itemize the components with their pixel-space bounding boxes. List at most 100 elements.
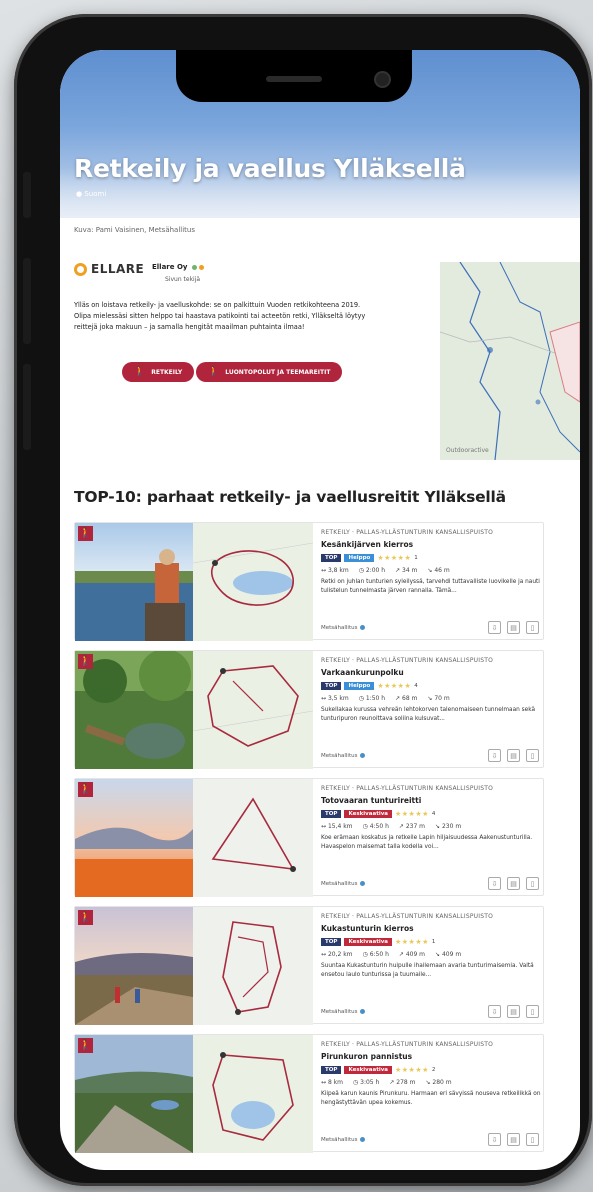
route-stats: ↔ 8 km ◷ 3:05 h ↗ 278 m ↘ 280 m: [321, 1079, 541, 1086]
route-map-svg: [193, 907, 313, 1025]
save-icon[interactable]: ⇩: [488, 621, 501, 634]
route-map[interactable]: [193, 907, 313, 1025]
bookmark-icon[interactable]: ▯: [526, 749, 539, 762]
volume-up-button: [23, 258, 31, 344]
route-photo[interactable]: 🚶: [75, 651, 193, 769]
route-source[interactable]: Metsähallitus: [321, 881, 357, 887]
route-name[interactable]: Kukastunturin kierros: [321, 924, 541, 933]
route-card[interactable]: 🚶 RETKEILY · PALLAS-YLLÄSTUNTURIN KANSAL…: [74, 778, 544, 897]
difficulty-badge: Keskivaativa: [344, 809, 392, 818]
route-source[interactable]: Metsähallitus: [321, 1009, 357, 1015]
route-info: RETKEILY · PALLAS-YLLÄSTUNTURIN KANSALLI…: [321, 1041, 541, 1108]
bookmark-icon[interactable]: ▯: [526, 621, 539, 634]
card-actions: ⇩ ▤ ▯: [488, 877, 539, 890]
hiker-icon: 🚶: [78, 910, 93, 925]
route-source[interactable]: Metsähallitus: [321, 1137, 357, 1143]
print-icon[interactable]: ▤: [507, 877, 520, 890]
source-info-icon: [360, 753, 366, 758]
route-photo[interactable]: 🚶: [75, 779, 193, 897]
speaker-grille: [266, 76, 322, 82]
print-icon[interactable]: ▤: [507, 621, 520, 634]
route-name[interactable]: Totovaaran tunturireitti: [321, 796, 541, 805]
rating-count: 1: [431, 938, 436, 945]
route-badges: TOP Helppo ★★★★★ 4: [321, 681, 541, 690]
distance-stat: ↔ 8 km: [321, 1079, 343, 1086]
route-map[interactable]: [193, 779, 313, 897]
print-icon[interactable]: ▤: [507, 1005, 520, 1018]
card-actions: ⇩ ▤ ▯: [488, 621, 539, 634]
card-actions: ⇩ ▤ ▯: [488, 749, 539, 762]
route-map[interactable]: [193, 523, 313, 641]
card-footer: Metsähallitus ⇩ ▤ ▯: [321, 1133, 539, 1146]
page-title: Retkeily ja vaellus Ylläksellä: [74, 154, 466, 183]
difficulty-badge: Keskivaativa: [344, 1065, 392, 1074]
hero-location[interactable]: ● Suomi: [76, 190, 106, 198]
map-svg: [440, 262, 580, 460]
pill-luontopolut[interactable]: 🚶 LUONTOPOLUT JA TEEMAREITIT: [196, 362, 343, 382]
route-stats: ↔ 3,8 km ◷ 2:00 h ↗ 34 m ↘ 46 m: [321, 567, 541, 574]
partner-icon: [198, 264, 204, 270]
save-icon[interactable]: ⇩: [488, 1133, 501, 1146]
duration-stat: ◷ 4:50 h: [362, 823, 389, 830]
rating-stars-icon: ★★★★★: [395, 1065, 429, 1074]
ellare-logo[interactable]: ELLARE: [74, 262, 144, 276]
ascent-stat: ↗ 237 m: [398, 823, 426, 830]
route-name[interactable]: Kesänkijärven kierros: [321, 540, 541, 549]
pill-retkeily[interactable]: 🚶 RETKEILY: [122, 362, 195, 382]
area-map[interactable]: Outdooractive: [440, 262, 580, 460]
descent-stat: ↘ 70 m: [427, 695, 450, 702]
route-map-svg: [193, 779, 313, 897]
route-region: RETKEILY · PALLAS-YLLÄSTUNTURIN KANSALLI…: [321, 657, 494, 664]
front-camera: [376, 73, 389, 86]
logo-text: ELLARE: [91, 262, 145, 276]
save-icon[interactable]: ⇩: [488, 877, 501, 890]
print-icon[interactable]: ▤: [507, 749, 520, 762]
route-card[interactable]: 🚶 RETKEILY · PALLAS-YLLÄSTUNTURIN KANSAL…: [74, 906, 544, 1025]
top-badge: TOP: [321, 1065, 342, 1074]
route-photo[interactable]: 🚶: [75, 907, 193, 1025]
top-badge: TOP: [321, 681, 342, 690]
pill-label: RETKEILY: [151, 368, 183, 376]
route-description: Koe erämaan koskatus ja retkeile Lapin h…: [321, 835, 533, 850]
route-name[interactable]: Pirunkuron pannistus: [321, 1052, 541, 1061]
rating-count: 1: [414, 554, 418, 561]
route-name[interactable]: Varkaankurunpolku: [321, 668, 541, 677]
route-photo[interactable]: 🚶: [75, 1035, 193, 1153]
save-icon[interactable]: ⇩: [488, 749, 501, 762]
print-icon[interactable]: ▤: [507, 1133, 520, 1146]
card-footer: Metsähallitus ⇩ ▤ ▯: [321, 749, 539, 762]
route-source[interactable]: Metsähallitus: [321, 753, 357, 759]
route-card[interactable]: 🚶 RETKEILY · PALLAS-YLLÄSTUNTURIN KANSAL…: [74, 650, 544, 769]
route-card[interactable]: 🚶 RETKEILY · PALLAS-YLLÄSTUNTURIN KANSAL…: [74, 522, 544, 641]
ascent-stat: ↗ 278 m: [389, 1079, 416, 1086]
route-region: RETKEILY · PALLAS-YLLÄSTUNTURIN KANSALLI…: [321, 1041, 494, 1048]
route-description: Retki on juhlan tunturien syleilyssä, ta…: [321, 579, 540, 594]
route-description: Kiipeä karun kaunis Pirunkuru. Harmaan e…: [321, 1091, 541, 1106]
bookmark-icon[interactable]: ▯: [526, 1133, 539, 1146]
top-badge: TOP: [321, 553, 342, 562]
route-info: RETKEILY · PALLAS-YLLÄSTUNTURIN KANSALLI…: [321, 785, 541, 852]
distance-stat: ↔ 15,4 km: [321, 823, 353, 830]
route-photo[interactable]: 🚶: [75, 523, 193, 641]
source-info-icon: [360, 1137, 366, 1142]
route-card[interactable]: 🚶 RETKEILY · PALLAS-YLLÄSTUNTURIN KANSAL…: [74, 1034, 544, 1153]
phone-frame: Retkeily ja vaellus Ylläksellä ● Suomi K…: [14, 14, 592, 1186]
descent-stat: ↘ 46 m: [427, 567, 450, 574]
save-icon[interactable]: ⇩: [488, 1005, 501, 1018]
bookmark-icon[interactable]: ▯: [526, 877, 539, 890]
route-map-svg: [193, 523, 313, 641]
route-source[interactable]: Metsähallitus: [321, 625, 357, 631]
bookmark-icon[interactable]: ▯: [526, 1005, 539, 1018]
route-map[interactable]: [193, 1035, 313, 1153]
source-info-icon: [360, 881, 366, 886]
hiker-icon: 🚶: [78, 526, 93, 541]
card-footer: Metsähallitus ⇩ ▤ ▯: [321, 1005, 539, 1018]
route-badges: TOP Keskivaativa ★★★★★ 2: [321, 1065, 541, 1074]
top-badge: TOP: [321, 937, 342, 946]
author-name[interactable]: Ellare Oy: [152, 263, 204, 271]
hiker-icon: 🚶: [78, 654, 93, 669]
duration-stat: ◷ 3:05 h: [352, 1079, 380, 1086]
route-map[interactable]: [193, 651, 313, 769]
distance-stat: ↔ 20,2 km: [321, 951, 353, 958]
route-description: Sukellakaa kurussa vehreän lehtokorven t…: [321, 707, 536, 722]
